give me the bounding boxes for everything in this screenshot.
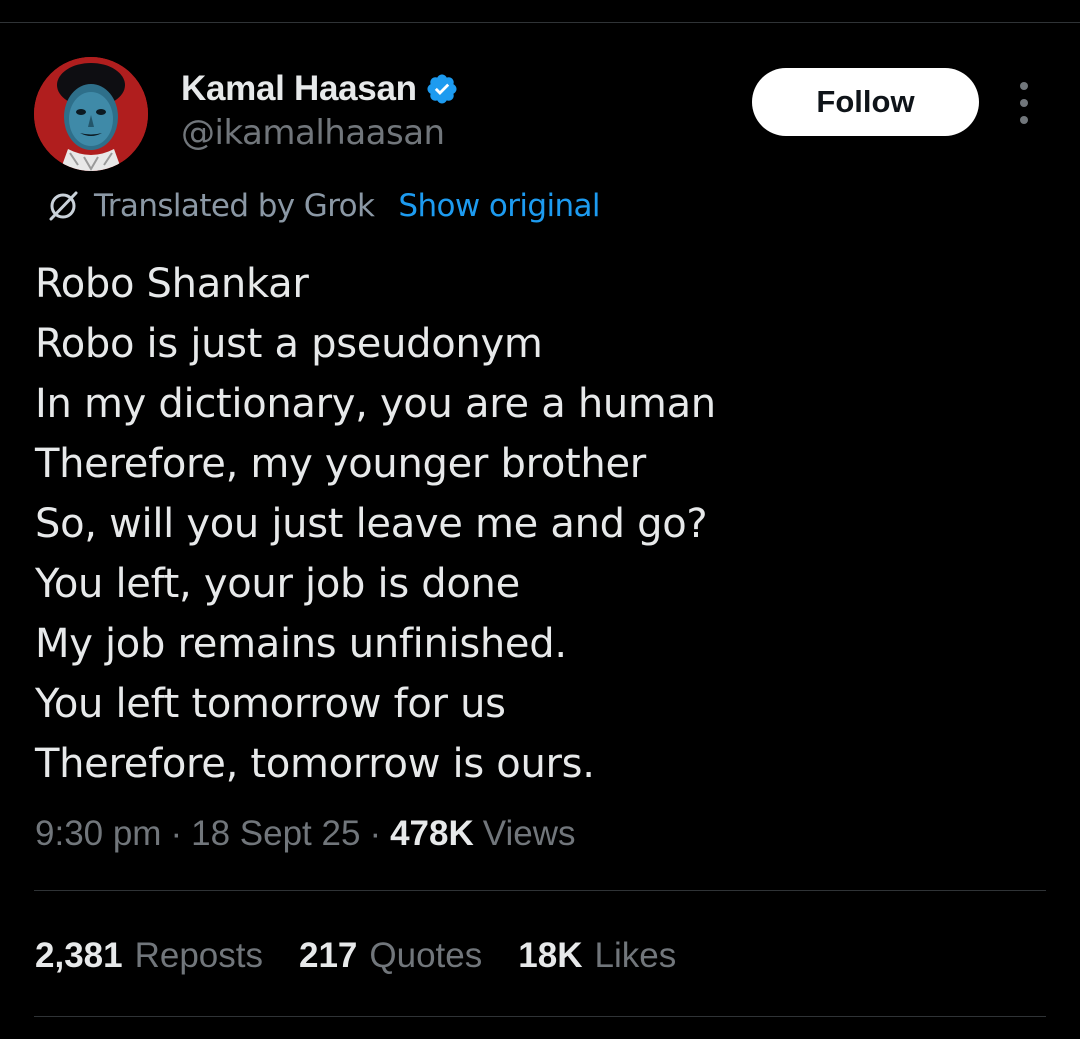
- tweet-line: Therefore, tomorrow is ours.: [35, 741, 595, 787]
- show-original-link[interactable]: Show original: [398, 188, 600, 224]
- likes-label: Likes: [594, 936, 677, 975]
- reposts-count: 2,381: [35, 936, 123, 975]
- reposts-label: Reposts: [134, 936, 263, 975]
- author-handle[interactable]: @ikamalhaasan: [181, 113, 445, 153]
- engagement-stats: 2,381 Reposts 217 Quotes 18K Likes: [35, 932, 712, 980]
- tweet-time[interactable]: 9:30 pm: [35, 814, 161, 854]
- stats-divider: [34, 1016, 1046, 1017]
- tweet-line: Robo Shankar: [35, 261, 309, 307]
- tweet-line: Therefore, my younger brother: [35, 441, 646, 487]
- views-count: 478K: [390, 814, 474, 853]
- tweet-meta: 9:30 pm · 18 Sept 25 · 478K Views: [35, 810, 576, 858]
- likes-stat[interactable]: 18K Likes: [518, 936, 676, 976]
- more-dots-icon[interactable]: [1008, 82, 1040, 124]
- tweet-date[interactable]: 18 Sept 25: [191, 814, 360, 854]
- translation-row: Translated by Grok Show original: [46, 186, 601, 226]
- reposts-stat[interactable]: 2,381 Reposts: [35, 936, 263, 976]
- tweet-line: You left tomorrow for us: [35, 681, 506, 727]
- quotes-label: Quotes: [369, 936, 483, 975]
- tweet-line: So, will you just leave me and go?: [35, 501, 708, 547]
- avatar[interactable]: [34, 57, 148, 171]
- quotes-count: 217: [299, 936, 358, 975]
- tweet-line: You left, your job is done: [35, 561, 520, 607]
- follow-button[interactable]: Follow: [752, 68, 979, 136]
- meta-divider: [34, 890, 1046, 891]
- views-label: Views: [482, 814, 576, 853]
- author-name-row: Kamal Haasan: [181, 68, 459, 110]
- translated-by-label: Translated by Grok: [94, 188, 375, 224]
- tweet-text: Robo Shankar Robo is just a pseudonym In…: [35, 254, 1045, 794]
- verified-badge-icon: [425, 72, 459, 106]
- profile-portrait-icon: [34, 57, 148, 171]
- tweet-line: My job remains unfinished.: [35, 621, 567, 667]
- meta-separator: ·: [170, 814, 183, 853]
- more-dot: [1020, 82, 1028, 90]
- tweet-line: Robo is just a pseudonym: [35, 321, 543, 367]
- quotes-stat[interactable]: 217 Quotes: [299, 936, 482, 976]
- grok-icon: [49, 191, 78, 221]
- tweet-line: In my dictionary, you are a human: [35, 381, 716, 427]
- likes-count: 18K: [518, 936, 583, 975]
- more-dot: [1020, 99, 1028, 107]
- author-display-name[interactable]: Kamal Haasan: [181, 69, 417, 109]
- meta-separator: ·: [369, 814, 382, 853]
- top-divider: [0, 22, 1080, 23]
- more-dot: [1020, 116, 1028, 124]
